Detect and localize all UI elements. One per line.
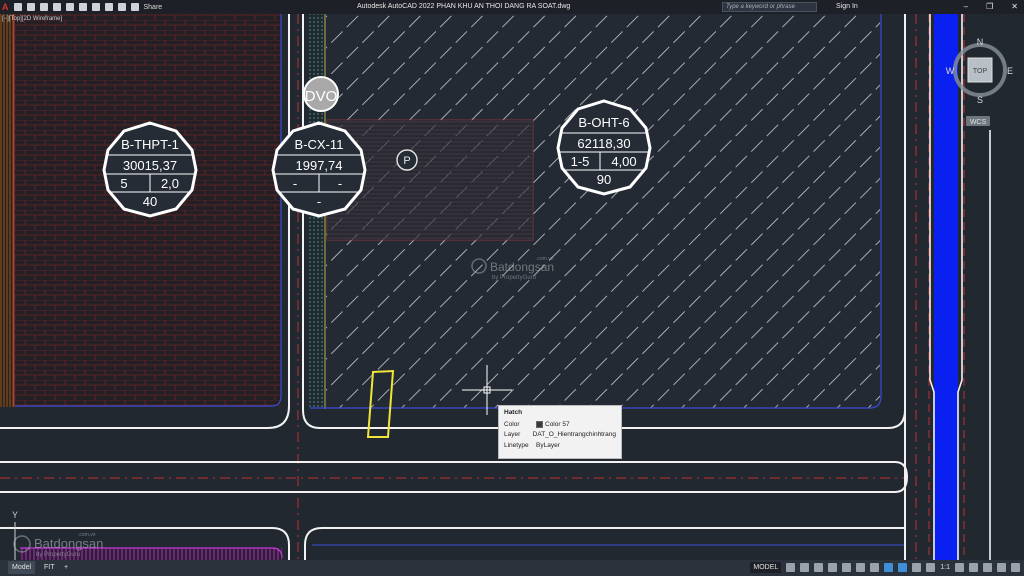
- tooltip-heading: Hatch: [504, 409, 523, 416]
- snap-icon[interactable]: [800, 563, 810, 572]
- watermark-sub: by PropertyGuru: [492, 275, 536, 281]
- compass-w: W: [946, 66, 955, 76]
- polar-icon[interactable]: [828, 563, 838, 572]
- road-edge-median: [0, 461, 909, 493]
- tab-layout-fit[interactable]: FIT: [40, 561, 59, 574]
- ortho-icon[interactable]: [814, 563, 824, 572]
- fullscreen-icon[interactable]: [997, 563, 1006, 572]
- canal-blue: [934, 14, 958, 560]
- road-edge-bottom-right: [304, 527, 906, 560]
- add-layout-button[interactable]: +: [60, 561, 72, 574]
- auto-scale-icon[interactable]: [898, 563, 908, 572]
- undo-icon[interactable]: [104, 3, 113, 11]
- parcel-density-cx: -: [317, 194, 321, 209]
- tooltip-key: Linetype: [504, 441, 529, 449]
- wcs-label: WCS: [970, 119, 987, 126]
- search-input[interactable]: Type a keyword or phrase: [722, 2, 817, 12]
- dvo-marker[interactable]: DVO: [303, 76, 339, 112]
- tooltip-key: Color: [504, 420, 520, 428]
- close-icon[interactable]: ✕: [1011, 2, 1018, 11]
- parcel-density-oht: 90: [597, 172, 611, 187]
- watermark-sub-bottom: by PropertyGuru: [36, 552, 80, 558]
- share-button[interactable]: Share: [144, 4, 163, 11]
- tooltip-value: Color 57: [545, 420, 570, 428]
- tooltip-row-linetype: Linetype ByLayer: [504, 440, 616, 451]
- parcel-density-thpt: 40: [143, 194, 157, 209]
- object-snap-tracking-icon[interactable]: [856, 563, 866, 572]
- parcel-label-b-oht-6[interactable]: B-OHT-6 62118,30 1-5 4,00 90: [556, 99, 652, 196]
- status-bar: Model FIT + MODEL 1:1: [0, 560, 1024, 576]
- watermark-brand: Batdongsan: [490, 260, 554, 274]
- sign-in-button[interactable]: Sign In: [836, 3, 858, 10]
- tooltip-key: Layer: [504, 431, 521, 439]
- compass-s: S: [977, 95, 983, 105]
- restore-icon[interactable]: ❐: [986, 2, 993, 11]
- gear-icon[interactable]: [955, 563, 964, 572]
- parcel-floors-cx: -: [293, 176, 297, 191]
- ucs-icon: Y: [12, 510, 18, 560]
- parcel-name-thpt: B-THPT-1: [121, 137, 179, 152]
- tooltip-value: DAT_O_Hientrangchinhtrang: [532, 431, 616, 439]
- parking-icon: P: [396, 149, 418, 171]
- parking-label: P: [403, 155, 410, 167]
- open-file-icon[interactable]: [26, 3, 35, 11]
- customize-menu-icon[interactable]: [1011, 563, 1020, 572]
- parcel-label-b-thpt-1[interactable]: B-THPT-1 30015,37 5 2,0 40: [102, 121, 198, 218]
- isodraft-icon[interactable]: [842, 563, 852, 572]
- lineweight-icon[interactable]: [912, 563, 922, 572]
- title-bar: A Share Autodesk AutoCAD 2022 PHAN KHU A…: [0, 0, 1024, 14]
- tooltip-value: ByLayer: [536, 441, 560, 449]
- tab-model[interactable]: Model: [8, 561, 36, 574]
- save-web-icon[interactable]: [78, 3, 87, 11]
- parcel-ratio-oht: 4,00: [611, 154, 636, 169]
- color-swatch-icon: [536, 420, 543, 428]
- grid-icon[interactable]: [786, 563, 796, 572]
- object-snap-icon[interactable]: [870, 563, 880, 572]
- redo-icon[interactable]: [117, 3, 126, 11]
- parcel-label-b-cx-11[interactable]: B-CX-11 1997,74 - - -: [271, 121, 367, 218]
- parcel-name-cx: B-CX-11: [295, 137, 344, 152]
- model-space-toggle[interactable]: MODEL: [750, 562, 782, 573]
- new-file-icon[interactable]: [13, 3, 22, 11]
- window-title: Autodesk AutoCAD 2022 PHAN KHU AN THOI D…: [357, 3, 571, 10]
- parcel-ratio-thpt: 2,0: [161, 176, 179, 191]
- parcel-area-oht: 62118,30: [577, 136, 630, 151]
- window-controls: – ❐ ✕: [964, 2, 1018, 11]
- quick-access-toolbar: A Share: [2, 2, 162, 12]
- minimize-icon[interactable]: –: [964, 2, 968, 11]
- orange-hatch-strip: [0, 14, 14, 407]
- parcel-ratio-cx: -: [338, 176, 342, 191]
- save-icon[interactable]: [39, 3, 48, 11]
- customize-dropdown-icon[interactable]: [130, 3, 139, 11]
- app-logo[interactable]: A: [2, 2, 9, 12]
- parcel-floors-oht: 1-5: [571, 154, 590, 169]
- watermark-dotcom-bottom: .com.vn: [78, 532, 96, 538]
- parcel-name-oht: B-OHT-6: [578, 115, 629, 130]
- viewcube-face-label: TOP: [973, 68, 988, 75]
- status-tray: MODEL 1:1: [750, 562, 1020, 573]
- parcel-floors-thpt: 5: [120, 176, 127, 191]
- annotation-scale[interactable]: 1:1: [940, 564, 950, 571]
- dvo-label: DVO: [305, 88, 338, 105]
- parcel-area-cx: 1997,74: [296, 158, 343, 173]
- annotation-visibility-icon[interactable]: [884, 563, 894, 572]
- plus-icon[interactable]: [969, 563, 978, 572]
- selection-cycling-icon[interactable]: [926, 563, 936, 572]
- open-web-icon[interactable]: [65, 3, 74, 11]
- compass-n: N: [977, 37, 984, 47]
- tooltip-row-layer: Layer DAT_O_Hientrangchinhtrang: [504, 430, 616, 441]
- drawing-canvas[interactable]: DVO P B-THPT-1 30015,37 5 2,0 40 B-CX-11…: [0, 14, 1024, 560]
- isolate-objects-icon[interactable]: [983, 563, 992, 572]
- ucs-y-label: Y: [12, 510, 18, 520]
- save-as-icon[interactable]: [52, 3, 61, 11]
- print-icon[interactable]: [91, 3, 100, 11]
- compass-e: E: [1007, 66, 1013, 76]
- watermark-dotcom: .com.vn: [536, 256, 554, 262]
- viewport-controls[interactable]: [−][Top][2D Wireframe]: [2, 16, 62, 22]
- parcel-area-thpt: 30015,37: [123, 158, 177, 173]
- watermark-brand-bottom: Batdongsan: [34, 536, 103, 551]
- tooltip-row-color: Color Color 57: [504, 419, 616, 430]
- hatch-tooltip: Hatch Color Color 57 Layer DAT_O_Hientra…: [498, 405, 622, 459]
